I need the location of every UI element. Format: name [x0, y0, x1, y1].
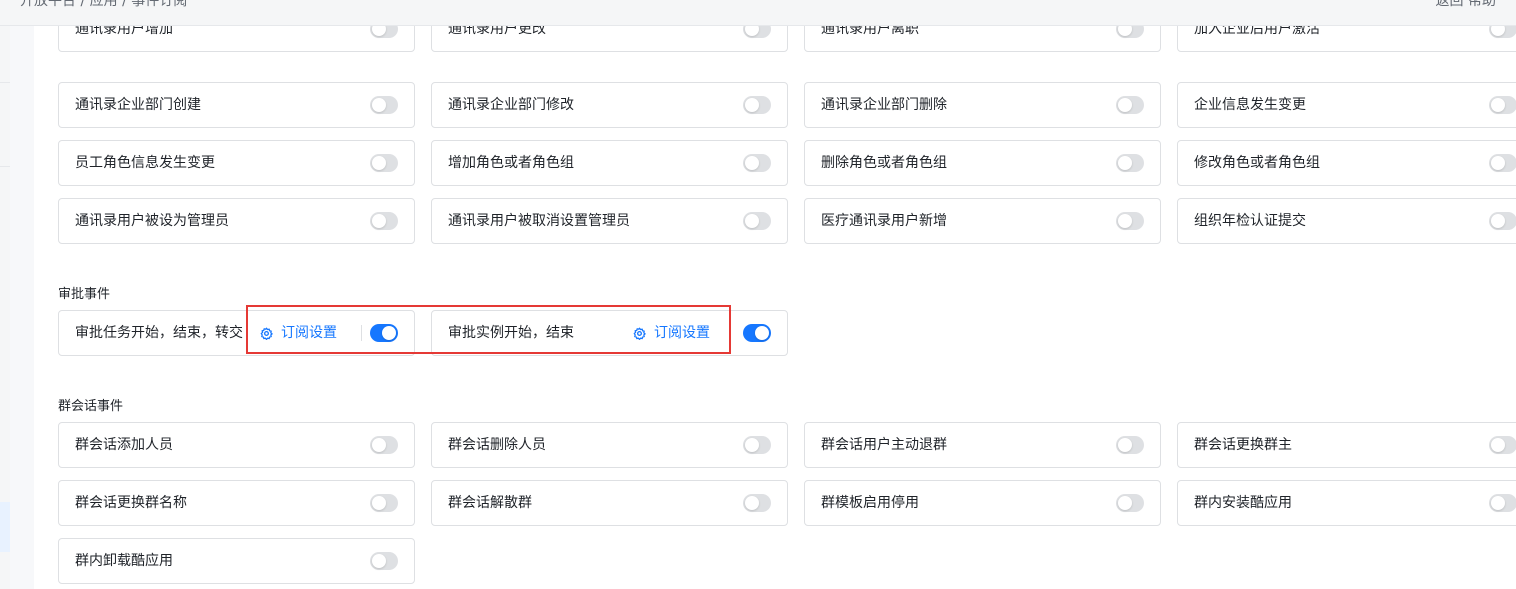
event-toggle[interactable]	[370, 26, 398, 38]
event-card: 加入企业后用户激活	[1177, 26, 1516, 52]
event-card: 通讯录企业部门修改	[431, 82, 788, 128]
sidebar-active-item[interactable]	[0, 502, 10, 552]
subscription-settings-label: 订阅设置	[281, 325, 337, 341]
event-label: 群会话删除人员	[448, 437, 546, 453]
event-label: 医疗通讯录用户新增	[821, 213, 947, 229]
event-toggle[interactable]	[370, 494, 398, 512]
event-toggle[interactable]	[1489, 26, 1516, 38]
event-label: 组织年检认证提交	[1194, 213, 1306, 229]
content-gutter	[10, 26, 34, 589]
subscription-settings-link[interactable]: 订阅设置	[633, 324, 710, 342]
event-label: 企业信息发生变更	[1194, 97, 1306, 113]
event-card: 通讯录用户离职	[804, 26, 1161, 52]
event-card: 通讯录用户更改	[431, 26, 788, 52]
event-toggle[interactable]	[1116, 154, 1144, 172]
event-label: 群模板启用停用	[821, 495, 919, 511]
event-label: 群会话更换群名称	[75, 495, 187, 511]
event-card: 通讯录企业部门删除	[804, 82, 1161, 128]
event-toggle[interactable]	[1116, 212, 1144, 230]
event-label: 审批实例开始，结束	[448, 325, 574, 341]
subscription-settings-label: 订阅设置	[654, 325, 710, 341]
event-card: 通讯录企业部门创建	[58, 82, 415, 128]
top-bar: 开放平台 / 应用 / 事件订阅 返回 帮助	[0, 0, 1516, 26]
event-label: 群内安装酷应用	[1194, 495, 1292, 511]
event-toggle[interactable]	[370, 436, 398, 454]
event-toggle[interactable]	[743, 324, 771, 342]
event-label: 群会话更换群主	[1194, 437, 1292, 453]
divider	[361, 325, 362, 341]
event-label: 通讯录用户增加	[75, 26, 173, 37]
event-label: 群会话解散群	[448, 495, 532, 511]
event-toggle[interactable]	[743, 96, 771, 114]
event-label: 群内卸载酷应用	[75, 553, 173, 569]
event-label: 通讯录企业部门创建	[75, 97, 201, 113]
event-card: 增加角色或者角色组	[431, 140, 788, 186]
event-label: 群会话添加人员	[75, 437, 173, 453]
sidebar-divider	[0, 82, 10, 83]
approval-event-card: 审批任务开始，结束，转交 订阅设置	[58, 310, 415, 356]
event-toggle[interactable]	[1489, 436, 1516, 454]
event-label: 审批任务开始，结束，转交	[75, 325, 243, 341]
event-card: 群内安装酷应用	[1177, 480, 1516, 526]
event-toggle[interactable]	[1116, 26, 1144, 38]
event-label: 通讯录企业部门删除	[821, 97, 947, 113]
event-card: 通讯录用户被取消设置管理员	[431, 198, 788, 244]
gear-icon	[260, 326, 273, 340]
event-toggle[interactable]	[743, 26, 771, 38]
event-toggle[interactable]	[743, 154, 771, 172]
event-toggle[interactable]	[743, 436, 771, 454]
event-toggle[interactable]	[370, 96, 398, 114]
event-toggle[interactable]	[743, 494, 771, 512]
event-toggle[interactable]	[743, 212, 771, 230]
event-card: 群会话删除人员	[431, 422, 788, 468]
event-toggle[interactable]	[1116, 494, 1144, 512]
event-card: 通讯录用户被设为管理员	[58, 198, 415, 244]
event-label: 通讯录用户离职	[821, 26, 919, 37]
event-card: 删除角色或者角色组	[804, 140, 1161, 186]
event-label: 删除角色或者角色组	[821, 155, 947, 171]
approval-event-card: 审批实例开始，结束 订阅设置	[431, 310, 788, 356]
event-toggle[interactable]	[1489, 154, 1516, 172]
event-toggle[interactable]	[1116, 436, 1144, 454]
event-subscription-panel: 通讯录用户增加 通讯录用户更改 通讯录用户离职 加入企业后用户激活 通讯录企业部…	[34, 26, 1516, 589]
event-toggle[interactable]	[1489, 96, 1516, 114]
event-card: 群内卸载酷应用	[58, 538, 415, 584]
event-label: 通讯录用户被取消设置管理员	[448, 213, 630, 229]
event-card: 群会话解散群	[431, 480, 788, 526]
event-label: 员工角色信息发生变更	[75, 155, 215, 171]
event-toggle[interactable]	[370, 552, 398, 570]
section-title-group-chat: 群会话事件	[58, 399, 124, 414]
event-toggle[interactable]	[370, 324, 398, 342]
breadcrumb: 开放平台 / 应用 / 事件订阅	[20, 0, 188, 9]
event-label: 修改角色或者角色组	[1194, 155, 1320, 171]
event-card: 企业信息发生变更	[1177, 82, 1516, 128]
event-label: 群会话用户主动退群	[821, 437, 947, 453]
event-label: 通讯录用户更改	[448, 26, 546, 37]
event-card: 组织年检认证提交	[1177, 198, 1516, 244]
subscription-settings-link[interactable]: 订阅设置	[260, 324, 337, 342]
event-label: 通讯录企业部门修改	[448, 97, 574, 113]
event-card: 群会话更换群主	[1177, 422, 1516, 468]
event-label: 加入企业后用户激活	[1194, 26, 1320, 37]
event-card: 修改角色或者角色组	[1177, 140, 1516, 186]
event-card: 群会话添加人员	[58, 422, 415, 468]
event-toggle[interactable]	[370, 154, 398, 172]
event-toggle[interactable]	[1116, 96, 1144, 114]
event-card: 群会话用户主动退群	[804, 422, 1161, 468]
sidebar	[0, 26, 10, 589]
event-card: 医疗通讯录用户新增	[804, 198, 1161, 244]
sidebar-divider	[0, 166, 10, 167]
event-toggle[interactable]	[370, 212, 398, 230]
section-title-approval: 审批事件	[58, 287, 111, 302]
event-card: 通讯录用户增加	[58, 26, 415, 52]
top-right-actions[interactable]: 返回 帮助	[1436, 0, 1496, 10]
gear-icon	[633, 326, 646, 340]
event-card: 群会话更换群名称	[58, 480, 415, 526]
event-card: 员工角色信息发生变更	[58, 140, 415, 186]
event-label: 通讯录用户被设为管理员	[75, 213, 229, 229]
event-card: 群模板启用停用	[804, 480, 1161, 526]
event-toggle[interactable]	[1489, 212, 1516, 230]
event-toggle[interactable]	[1489, 494, 1516, 512]
event-label: 增加角色或者角色组	[448, 155, 574, 171]
